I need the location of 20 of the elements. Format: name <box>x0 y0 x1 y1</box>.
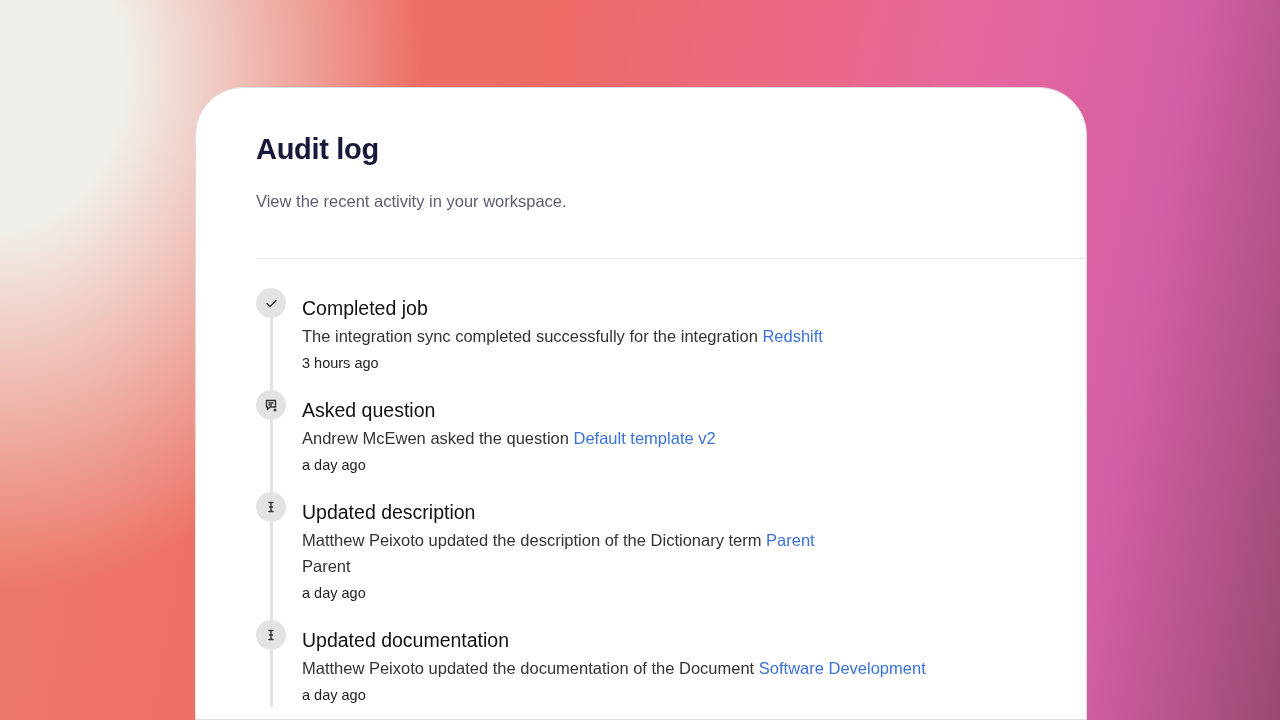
event-link[interactable]: Parent <box>766 531 815 550</box>
event-time: a day ago <box>302 686 367 706</box>
description-text: Parent <box>302 556 352 578</box>
event-title: Completed job <box>302 296 429 320</box>
event-description: Andrew McEwen asked the question Default template v2 <box>302 428 716 450</box>
event-link[interactable]: Redshift <box>762 326 823 345</box>
event-description: The integration sync completed successfully for the integration Redshift <box>302 325 823 347</box>
event-description: Matthew Peixoto updated the documentation of the Document Software Development <box>302 658 926 680</box>
page-subtitle: View the recent activity in your workspace. <box>256 190 568 212</box>
event-title: Asked question <box>302 398 437 423</box>
page-title: Audit log <box>256 132 380 167</box>
event-time: a day ago <box>302 584 367 604</box>
event-link[interactable]: Default template v2 <box>573 429 716 448</box>
event-description: Matthew Peixoto updated the description of the Dictionary term Parent <box>302 530 815 552</box>
event-time: a day ago <box>302 456 367 476</box>
event-title: Updated description <box>302 500 477 525</box>
event-title: Updated documentation <box>302 628 511 653</box>
event-time: 3 hours ago <box>302 353 380 373</box>
event-link[interactable]: Software Development <box>758 659 926 678</box>
message-plus-icon <box>264 397 278 412</box>
